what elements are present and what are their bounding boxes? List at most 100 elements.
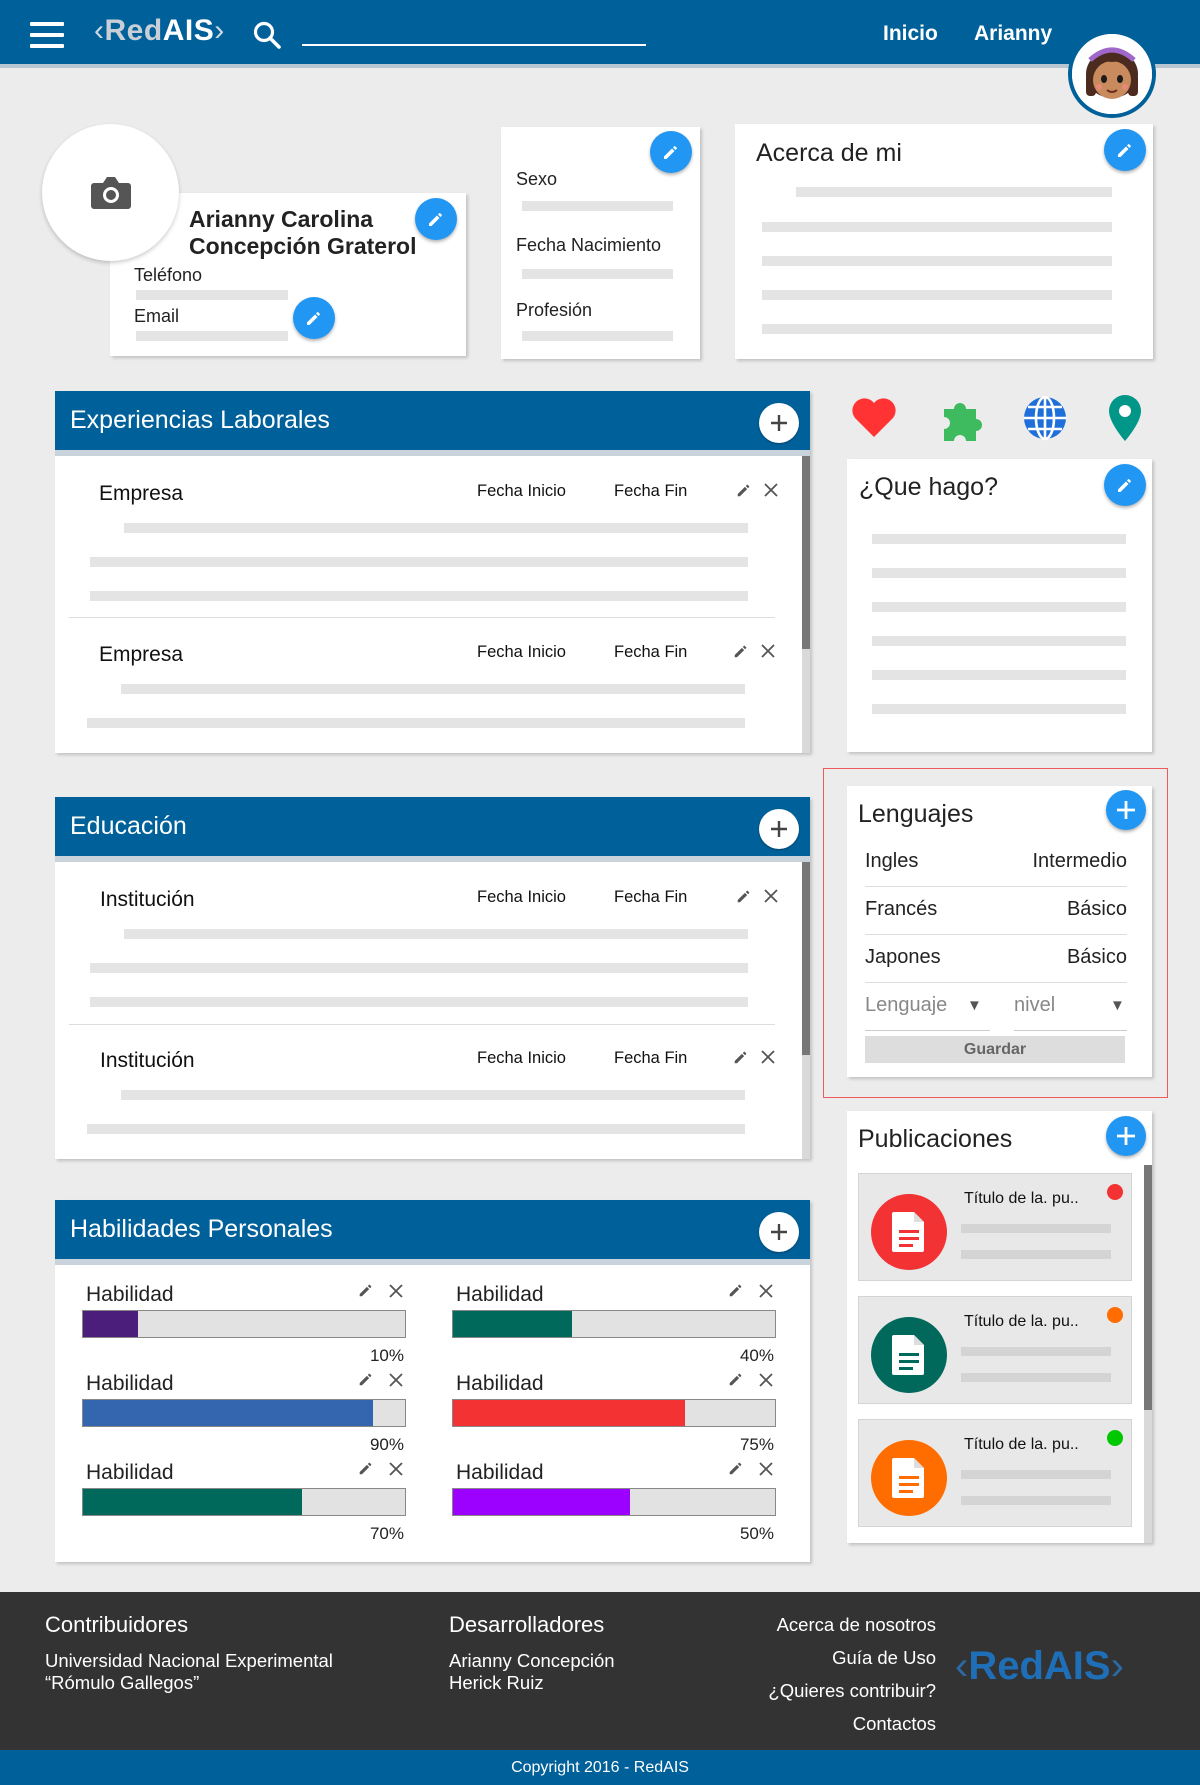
language-row[interactable]: Francés Básico [865,888,1127,935]
publication-item[interactable]: Título de la. pu.. [858,1296,1132,1404]
edit-about-button[interactable] [1104,129,1146,171]
close-icon[interactable] [388,1283,404,1299]
pencil-icon[interactable] [735,481,753,499]
pencil-icon[interactable] [727,1459,745,1477]
close-icon[interactable] [388,1461,404,1477]
add-language-button[interactable] [1106,790,1146,830]
experience-description-placeholder [121,684,745,694]
add-skill-button[interactable] [759,1212,799,1252]
pencil-icon[interactable] [727,1370,745,1388]
footer-logo[interactable]: ‹RedAIS› [955,1644,1124,1689]
about-text-placeholder [762,324,1112,334]
nav-inicio-link[interactable]: Inicio [883,22,938,46]
skill-percent: 70% [369,1524,404,1543]
skill-progress-bar [452,1399,776,1427]
experience-scrollbar[interactable] [802,456,810,753]
heart-icon[interactable] [850,395,898,439]
footer-link-contribute[interactable]: ¿Quieres contribuir? [768,1680,936,1702]
about-text-placeholder [796,187,1112,197]
experience-start-date: Fecha Inicio [477,482,566,500]
footer-link-contact[interactable]: Contactos [853,1713,936,1735]
close-icon[interactable] [763,888,779,904]
close-icon[interactable] [760,1049,776,1065]
location-pin-icon[interactable] [1105,393,1145,443]
skill-percent: 90% [369,1435,404,1454]
skill-percent: 50% [739,1524,774,1543]
pencil-icon[interactable] [735,887,753,905]
add-education-button[interactable] [759,809,799,849]
app-logo[interactable]: ‹RedAIS› [94,14,225,48]
search-icon[interactable] [252,20,282,50]
experience-description-placeholder [124,523,748,533]
education-description-placeholder [121,1090,745,1100]
education-title: Educación [70,812,187,840]
pencil-icon[interactable] [357,1281,375,1299]
edit-contact-button[interactable] [293,297,335,339]
close-icon[interactable] [763,482,779,498]
close-icon[interactable] [760,643,776,659]
globe-icon[interactable] [1021,394,1069,442]
education-description-placeholder [90,997,748,1007]
about-title: Acerca de mi [756,139,902,167]
close-icon[interactable] [758,1283,774,1299]
language-name: Ingles [865,850,919,872]
birthdate-label: Fecha Nacimiento [516,235,662,255]
education-end-date: Fecha Fin [614,1049,688,1067]
plus-icon [771,1224,787,1240]
experience-header: Experiencias Laborales [55,391,810,456]
menu-icon[interactable] [30,22,64,48]
add-publication-button[interactable] [1106,1116,1146,1156]
experience-company: Empresa [99,482,184,505]
pencil-icon[interactable] [727,1281,745,1299]
status-dot [1107,1184,1123,1200]
avatar[interactable] [1068,30,1156,118]
close-icon[interactable] [388,1372,404,1388]
language-row[interactable]: Japones Básico [865,936,1127,983]
birthdate-value-placeholder [522,269,673,279]
nav-user-link[interactable]: Arianny [974,22,1052,46]
experience-end-date: Fecha Fin [614,482,688,500]
plus-icon [771,415,787,431]
publication-item[interactable]: Título de la. pu.. [858,1419,1132,1527]
status-dot [1107,1430,1123,1446]
edit-name-button[interactable] [415,198,457,240]
publication-title: Título de la. pu.. [964,1190,1079,1207]
language-row[interactable]: Ingles Intermedio [865,840,1127,887]
level-select[interactable]: nivel ▼ [1014,984,1127,1031]
plus-icon [1117,1127,1135,1145]
search-input[interactable] [302,20,646,46]
what-i-do-title: ¿Que hago? [859,473,998,501]
document-icon [871,1440,947,1516]
publication-item[interactable]: Título de la. pu.. [858,1173,1132,1281]
row-divider [69,617,775,618]
about-text-placeholder [762,290,1112,300]
close-icon[interactable] [758,1461,774,1477]
row-divider [69,1024,775,1025]
skill-progress-fill [83,1489,302,1515]
pencil-icon[interactable] [357,1370,375,1388]
education-description-placeholder [90,963,748,973]
publication-text-placeholder [961,1496,1111,1505]
camera-icon [90,176,131,209]
close-icon[interactable] [758,1372,774,1388]
skill-label: Habilidad [86,1283,174,1306]
profile-photo-upload[interactable] [42,124,179,261]
education-description-placeholder [124,929,748,939]
save-language-button[interactable]: Guardar [865,1036,1125,1063]
edit-what-i-do-button[interactable] [1104,464,1146,506]
language-select[interactable]: Lenguaje ▼ [865,984,990,1031]
pencil-icon[interactable] [357,1459,375,1477]
education-scrollbar[interactable] [802,862,810,1159]
edit-personal-button[interactable] [650,131,692,173]
education-header: Educación [55,797,810,862]
footer-link-guide[interactable]: Guía de Uso [832,1647,936,1669]
pencil-icon[interactable] [732,642,750,660]
footer-link-about[interactable]: Acerca de nosotros [777,1614,936,1636]
publications-scrollbar[interactable] [1144,1165,1152,1543]
puzzle-icon[interactable] [938,393,990,443]
pencil-icon[interactable] [732,1048,750,1066]
what-i-do-text-placeholder [872,704,1126,714]
add-experience-button[interactable] [759,403,799,443]
skill-progress-fill [453,1311,573,1337]
what-i-do-text-placeholder [872,568,1126,578]
